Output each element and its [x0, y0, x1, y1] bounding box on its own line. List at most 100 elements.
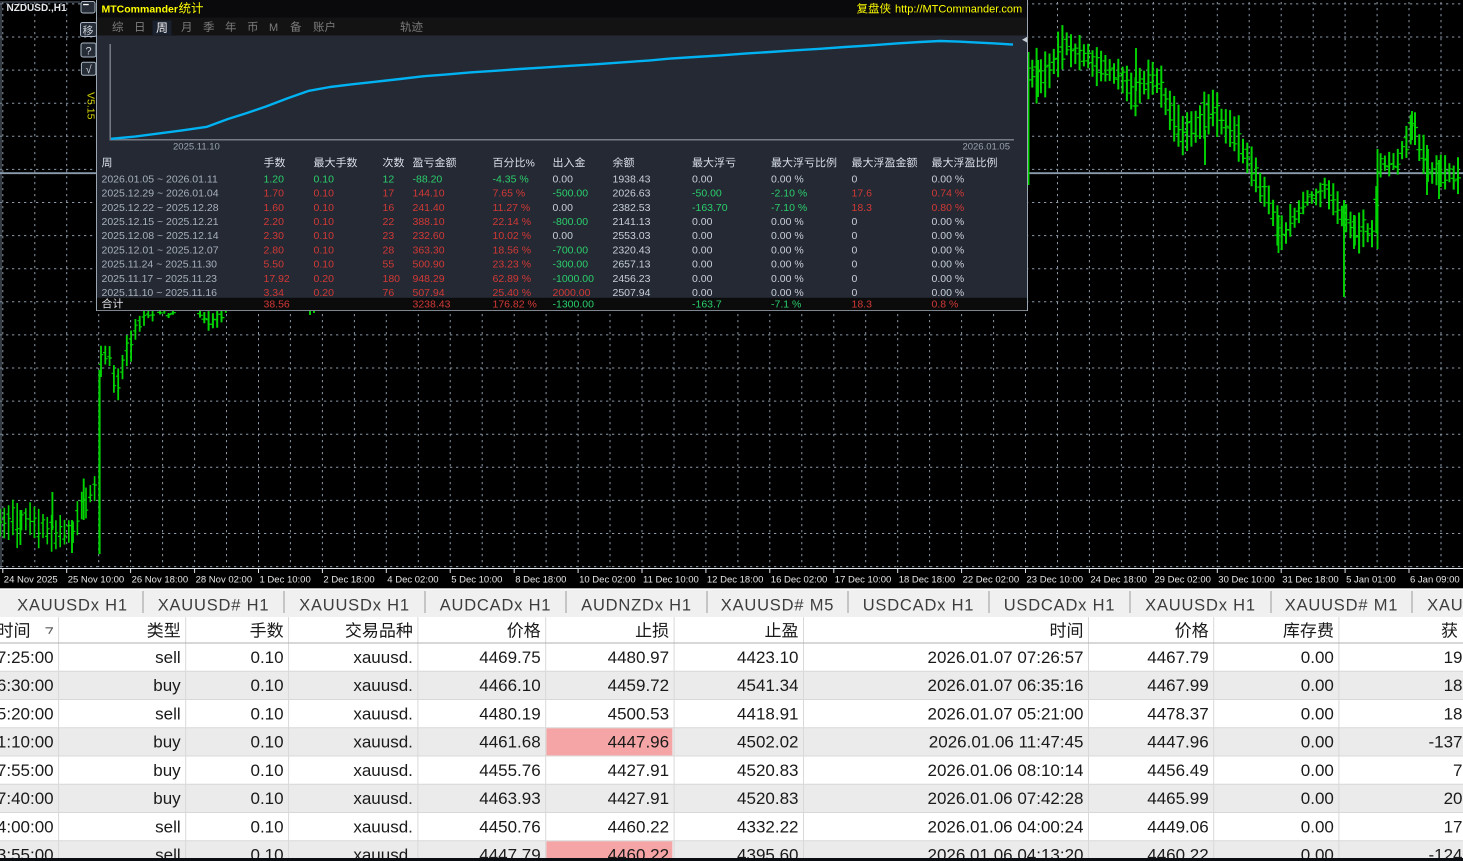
svg-text:2026.01.06 08:10:14: 2026.01.06 08:10:14 — [928, 761, 1084, 780]
svg-text:xauusd.: xauusd. — [353, 733, 413, 752]
svg-text:4541.34: 4541.34 — [737, 676, 798, 695]
svg-text:0.00: 0.00 — [553, 202, 574, 214]
svg-text:3.34: 3.34 — [264, 287, 285, 299]
svg-text:76: 76 — [383, 287, 395, 299]
svg-text:2507.94: 2507.94 — [613, 287, 651, 299]
svg-text:2025.11.10 ~ 2025.11.16: 2025.11.10 ~ 2025.11.16 — [102, 287, 218, 299]
svg-text:xauusd.: xauusd. — [353, 704, 413, 723]
svg-text:0.00 %: 0.00 % — [771, 259, 804, 271]
svg-text:0.00: 0.00 — [692, 244, 713, 256]
svg-text:XAUUSD# M5: XAUUSD# M5 — [721, 596, 834, 614]
svg-text:0.00: 0.00 — [692, 259, 713, 271]
svg-text:0.00 %: 0.00 % — [771, 273, 804, 285]
svg-text:XAUUSDx H1: XAUUSDx H1 — [1427, 596, 1463, 614]
svg-text:26 Nov 18:00: 26 Nov 18:00 — [132, 574, 189, 585]
svg-text:2.80: 2.80 — [264, 244, 285, 256]
svg-text:19: 19 — [1444, 648, 1463, 667]
svg-text:2026.01.06 04:00:00: 2026.01.06 04:00:00 — [0, 817, 54, 836]
svg-text:24 Nov 2025: 24 Nov 2025 — [4, 574, 58, 585]
svg-text:4520.83: 4520.83 — [737, 761, 798, 780]
svg-text:4461.68: 4461.68 — [479, 733, 540, 752]
svg-text:11 Dec 10:00: 11 Dec 10:00 — [643, 574, 699, 585]
svg-text:AUDCADx H1: AUDCADx H1 — [440, 596, 552, 614]
svg-text:0.00: 0.00 — [1301, 733, 1334, 752]
svg-text:4463.93: 4463.93 — [479, 789, 540, 808]
svg-text:4502.02: 4502.02 — [737, 733, 798, 752]
svg-text:2 Dec 18:00: 2 Dec 18:00 — [323, 574, 374, 585]
svg-text:0: 0 — [852, 273, 858, 285]
svg-text:4450.76: 4450.76 — [479, 817, 540, 836]
svg-text:1.70: 1.70 — [264, 188, 285, 200]
svg-text:buy: buy — [153, 733, 181, 752]
svg-text:11.27 %: 11.27 % — [493, 202, 531, 214]
svg-text:0.00 %: 0.00 % — [932, 230, 965, 242]
svg-text:0.00: 0.00 — [1301, 789, 1334, 808]
svg-text:4478.37: 4478.37 — [1147, 704, 1208, 723]
svg-text:2000.00: 2000.00 — [553, 287, 591, 299]
svg-text:232.60: 232.60 — [413, 230, 445, 242]
svg-text:388.10: 388.10 — [413, 216, 445, 228]
svg-text:28 Nov 02:00: 28 Nov 02:00 — [196, 574, 253, 585]
svg-text:0.10: 0.10 — [251, 761, 284, 780]
svg-text:0.00 %: 0.00 % — [932, 174, 965, 186]
svg-text:18.3: 18.3 — [852, 298, 873, 310]
svg-text:0: 0 — [852, 244, 858, 256]
svg-text:xauusd.: xauusd. — [353, 648, 413, 667]
svg-text:0: 0 — [852, 216, 858, 228]
svg-text:176.82 %: 176.82 % — [493, 298, 537, 310]
svg-text:%: % — [526, 158, 535, 170]
svg-text:2026.01.06 11:10:00: 2026.01.06 11:10:00 — [0, 733, 54, 752]
svg-text:2026.01.05 ~ 2026.01.11: 2026.01.05 ~ 2026.01.11 — [102, 174, 218, 186]
svg-text:http://MTCommander.com: http://MTCommander.com — [895, 3, 1022, 15]
svg-text:-500.00: -500.00 — [553, 188, 589, 200]
svg-text:2.30: 2.30 — [264, 230, 285, 242]
svg-text:xauusd.: xauusd. — [353, 676, 413, 695]
svg-text:-163.70: -163.70 — [692, 202, 728, 214]
svg-text:0.10: 0.10 — [314, 174, 335, 186]
svg-text:-163.7: -163.7 — [692, 298, 722, 310]
svg-text:2025.12.15 ~ 2025.12.21: 2025.12.15 ~ 2025.12.21 — [102, 216, 219, 228]
svg-text:0.00: 0.00 — [692, 174, 713, 186]
svg-text:23.23 %: 23.23 % — [493, 259, 532, 271]
svg-text:0: 0 — [852, 174, 858, 186]
svg-text:0.74 %: 0.74 % — [932, 188, 965, 200]
svg-text:2026.01.07 05:20:00: 2026.01.07 05:20:00 — [0, 704, 54, 723]
svg-text:363.30: 363.30 — [413, 244, 445, 256]
svg-text:22 Dec 02:00: 22 Dec 02:00 — [963, 574, 1020, 585]
svg-text:10.02 %: 10.02 % — [493, 230, 532, 242]
svg-text:0.10: 0.10 — [314, 259, 335, 271]
svg-text:28: 28 — [383, 244, 395, 256]
svg-text:2026.01.07 07:25:00: 2026.01.07 07:25:00 — [0, 648, 54, 667]
svg-text:0.10: 0.10 — [314, 230, 335, 242]
svg-text:XAUUSD# M1: XAUUSD# M1 — [1285, 596, 1398, 614]
svg-text:4455.76: 4455.76 — [479, 761, 540, 780]
svg-text:0.8 %: 0.8 % — [932, 298, 959, 310]
svg-text:1.20: 1.20 — [264, 174, 285, 186]
svg-text:2025.12.08 ~ 2025.12.14: 2025.12.08 ~ 2025.12.14 — [102, 230, 219, 242]
svg-text:8 Dec 18:00: 8 Dec 18:00 — [515, 574, 566, 585]
svg-text:2025.12.22 ~ 2025.12.28: 2025.12.22 ~ 2025.12.28 — [102, 202, 219, 214]
svg-text:2025.11.24 ~ 2025.11.30: 2025.11.24 ~ 2025.11.30 — [102, 259, 218, 271]
svg-text:62.89 %: 62.89 % — [493, 273, 532, 285]
svg-text:0.10: 0.10 — [251, 704, 284, 723]
svg-text:MTCommander: MTCommander — [102, 3, 178, 15]
svg-text:2026.63: 2026.63 — [613, 188, 651, 200]
svg-text:12 Dec 18:00: 12 Dec 18:00 — [707, 574, 764, 585]
svg-text:16: 16 — [383, 202, 395, 214]
svg-text:4427.91: 4427.91 — [608, 761, 669, 780]
svg-text:12: 12 — [383, 174, 395, 186]
svg-text:4466.10: 4466.10 — [479, 676, 540, 695]
svg-text:0: 0 — [852, 259, 858, 271]
svg-text:2025.11.10: 2025.11.10 — [173, 142, 220, 153]
svg-text:25 Nov 10:00: 25 Nov 10:00 — [68, 574, 125, 585]
svg-text:17: 17 — [1444, 817, 1463, 836]
svg-text:-700.00: -700.00 — [553, 244, 589, 256]
svg-text:AUDNZDx H1: AUDNZDx H1 — [581, 596, 692, 614]
svg-text:5 Jan 01:00: 5 Jan 01:00 — [1346, 574, 1396, 585]
svg-text:0.00: 0.00 — [1301, 761, 1334, 780]
svg-text:0.10: 0.10 — [251, 733, 284, 752]
svg-text:6 Jan 09:00: 6 Jan 09:00 — [1410, 574, 1460, 585]
svg-text:?: ? — [85, 46, 91, 58]
svg-text:0.00 %: 0.00 % — [771, 244, 804, 256]
svg-text:2026.01.05: 2026.01.05 — [962, 142, 1010, 153]
